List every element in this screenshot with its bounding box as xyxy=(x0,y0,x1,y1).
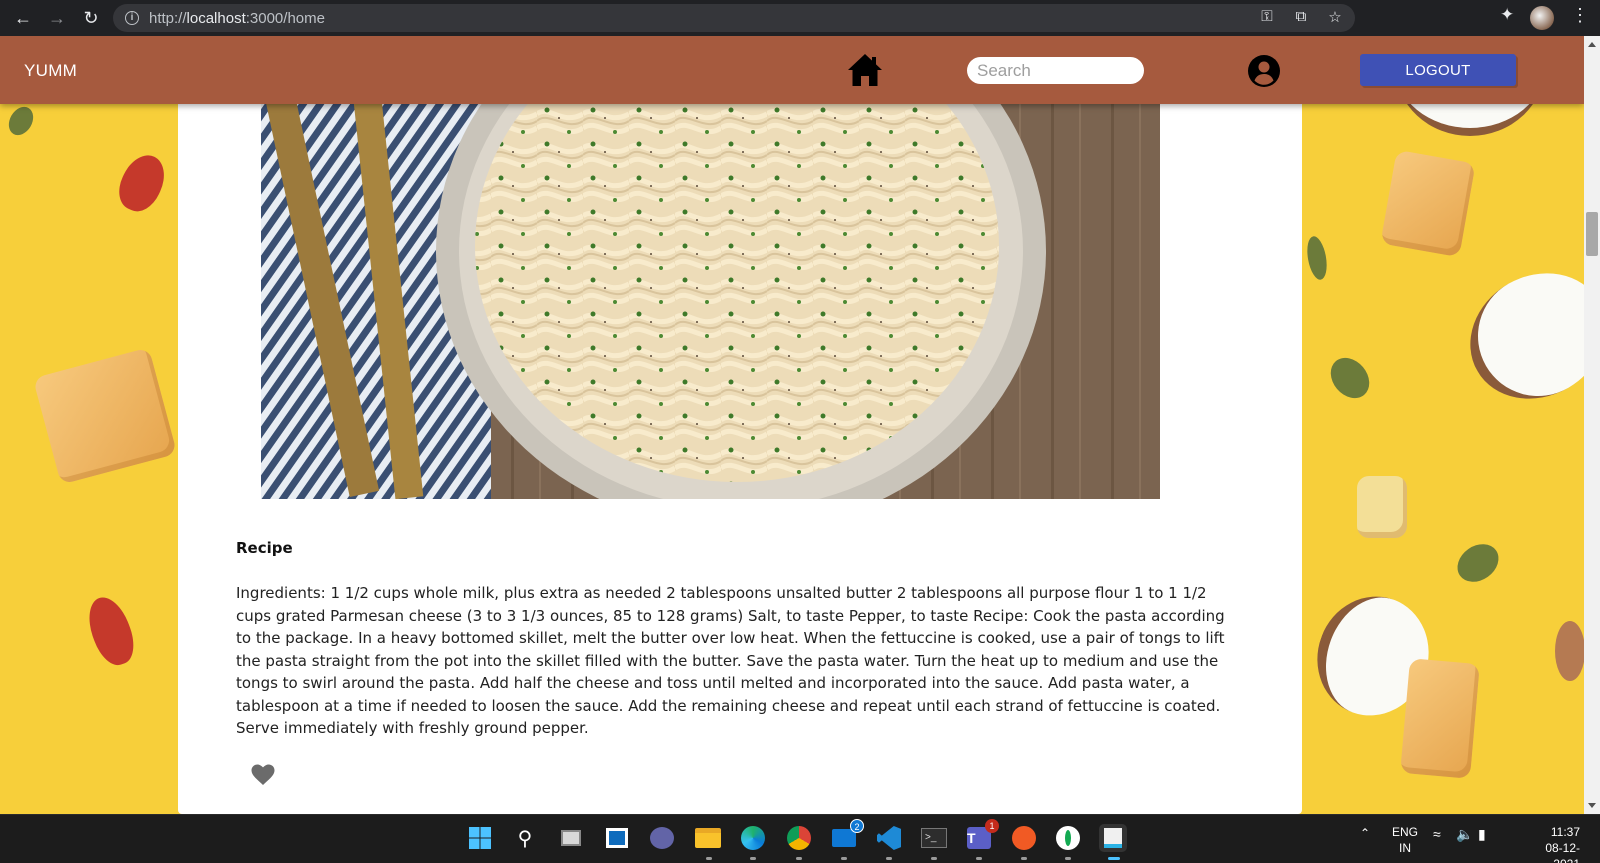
almond-decoration xyxy=(1555,621,1584,681)
running-indicator xyxy=(841,857,847,860)
input-language[interactable]: ENG IN xyxy=(1392,824,1418,856)
home-icon[interactable] xyxy=(846,51,884,89)
pumpkin-seed-decoration xyxy=(1304,234,1330,282)
system-clock[interactable]: 11:3708-12-2021 xyxy=(1520,824,1580,863)
back-icon[interactable]: ← xyxy=(6,3,40,33)
orange-app-icon[interactable] xyxy=(1010,824,1038,852)
windows-start-icon[interactable] xyxy=(466,824,494,852)
edge-icon[interactable] xyxy=(739,824,767,852)
tray-overflow-icon[interactable]: ⌃ xyxy=(1360,826,1370,840)
widgets-icon[interactable] xyxy=(603,824,631,852)
page-scrollbar[interactable] xyxy=(1584,36,1600,814)
vscode-icon[interactable] xyxy=(875,824,903,852)
candied-ginger-decoration xyxy=(1400,658,1480,779)
running-indicator xyxy=(796,857,802,860)
cheese-crumb-decoration xyxy=(1357,476,1407,538)
goji-berry-decoration xyxy=(111,148,173,218)
reload-icon[interactable]: ↻ xyxy=(74,3,108,33)
recipe-body: Ingredients: 1 1/2 cups whole milk, plus… xyxy=(236,584,1225,737)
file-explorer-icon[interactable] xyxy=(694,824,722,852)
chrome-icon[interactable] xyxy=(785,824,813,852)
terminal-icon[interactable]: >_ xyxy=(920,824,948,852)
url-text: http://localhost:3000/home xyxy=(149,9,325,27)
running-indicator xyxy=(886,857,892,860)
recipe-image xyxy=(261,36,1160,499)
running-indicator xyxy=(1065,857,1071,860)
scrollbar-thumb[interactable] xyxy=(1586,212,1598,256)
windows-taskbar: ⚲ 2 >_ T 1 ⌃ ENGIN ≈ 🔈 ▮ 11:3708-12-2021 xyxy=(0,814,1600,863)
recipe-heading: Recipe xyxy=(236,539,293,557)
coconut-decoration xyxy=(1447,249,1584,423)
running-indicator xyxy=(1021,857,1027,860)
app-header: YUMM LOGOUT xyxy=(0,36,1584,104)
wifi-icon[interactable]: ≈ xyxy=(1433,826,1441,842)
teams-chat-icon[interactable] xyxy=(648,824,676,852)
mail-badge: 2 xyxy=(850,819,864,833)
candied-ginger-decoration xyxy=(1380,149,1476,258)
mail-icon[interactable]: 2 xyxy=(830,819,864,852)
running-indicator xyxy=(931,857,937,860)
running-indicator xyxy=(750,857,756,860)
extensions-icon[interactable]: ✦ xyxy=(1500,5,1514,25)
running-indicator xyxy=(976,857,982,860)
address-bar[interactable]: i http://localhost:3000/home ⚿ ⧉ ☆ xyxy=(113,4,1355,32)
page-viewport: Recipe Ingredients: 1 1/2 cups whole mil… xyxy=(0,36,1584,814)
key-icon[interactable]: ⚿ xyxy=(1257,8,1277,26)
brand-logo[interactable]: YUMM xyxy=(24,61,77,81)
logout-button[interactable]: LOGOUT xyxy=(1360,54,1516,86)
pumpkin-seed-decoration xyxy=(3,102,39,140)
teams-badge: 1 xyxy=(985,819,999,833)
recipe-card: Recipe Ingredients: 1 1/2 cups whole mil… xyxy=(178,36,1302,814)
mongodb-compass-icon[interactable] xyxy=(1054,824,1082,852)
site-info-icon[interactable]: i xyxy=(125,11,139,25)
scroll-up-icon[interactable] xyxy=(1588,42,1596,47)
browser-toolbar: ← → ↻ i http://localhost:3000/home ⚿ ⧉ ☆… xyxy=(0,0,1600,36)
volume-icon[interactable]: 🔈 xyxy=(1456,826,1473,843)
candied-ginger-decoration xyxy=(32,347,178,485)
share-icon[interactable]: ⧉ xyxy=(1291,8,1311,26)
search-input[interactable] xyxy=(967,57,1144,84)
scroll-down-icon[interactable] xyxy=(1588,803,1596,808)
pumpkin-seed-decoration xyxy=(1322,350,1378,406)
account-icon[interactable] xyxy=(1248,55,1280,87)
battery-icon[interactable]: ▮ xyxy=(1478,826,1486,843)
heart-icon[interactable] xyxy=(251,764,275,786)
pumpkin-seed-decoration xyxy=(1450,536,1506,590)
task-view-icon[interactable] xyxy=(557,824,585,852)
menu-icon[interactable]: ⋮ xyxy=(1570,5,1590,26)
bookmark-star-icon[interactable]: ☆ xyxy=(1325,8,1345,26)
profile-avatar[interactable] xyxy=(1530,6,1554,30)
teams-icon[interactable]: T 1 xyxy=(965,819,999,852)
search-icon[interactable]: ⚲ xyxy=(511,824,539,852)
active-indicator xyxy=(1108,857,1120,860)
running-indicator xyxy=(706,857,712,860)
goji-berry-decoration xyxy=(81,591,141,671)
forward-icon[interactable]: → xyxy=(40,3,74,33)
snipping-tool-icon[interactable] xyxy=(1099,824,1127,852)
